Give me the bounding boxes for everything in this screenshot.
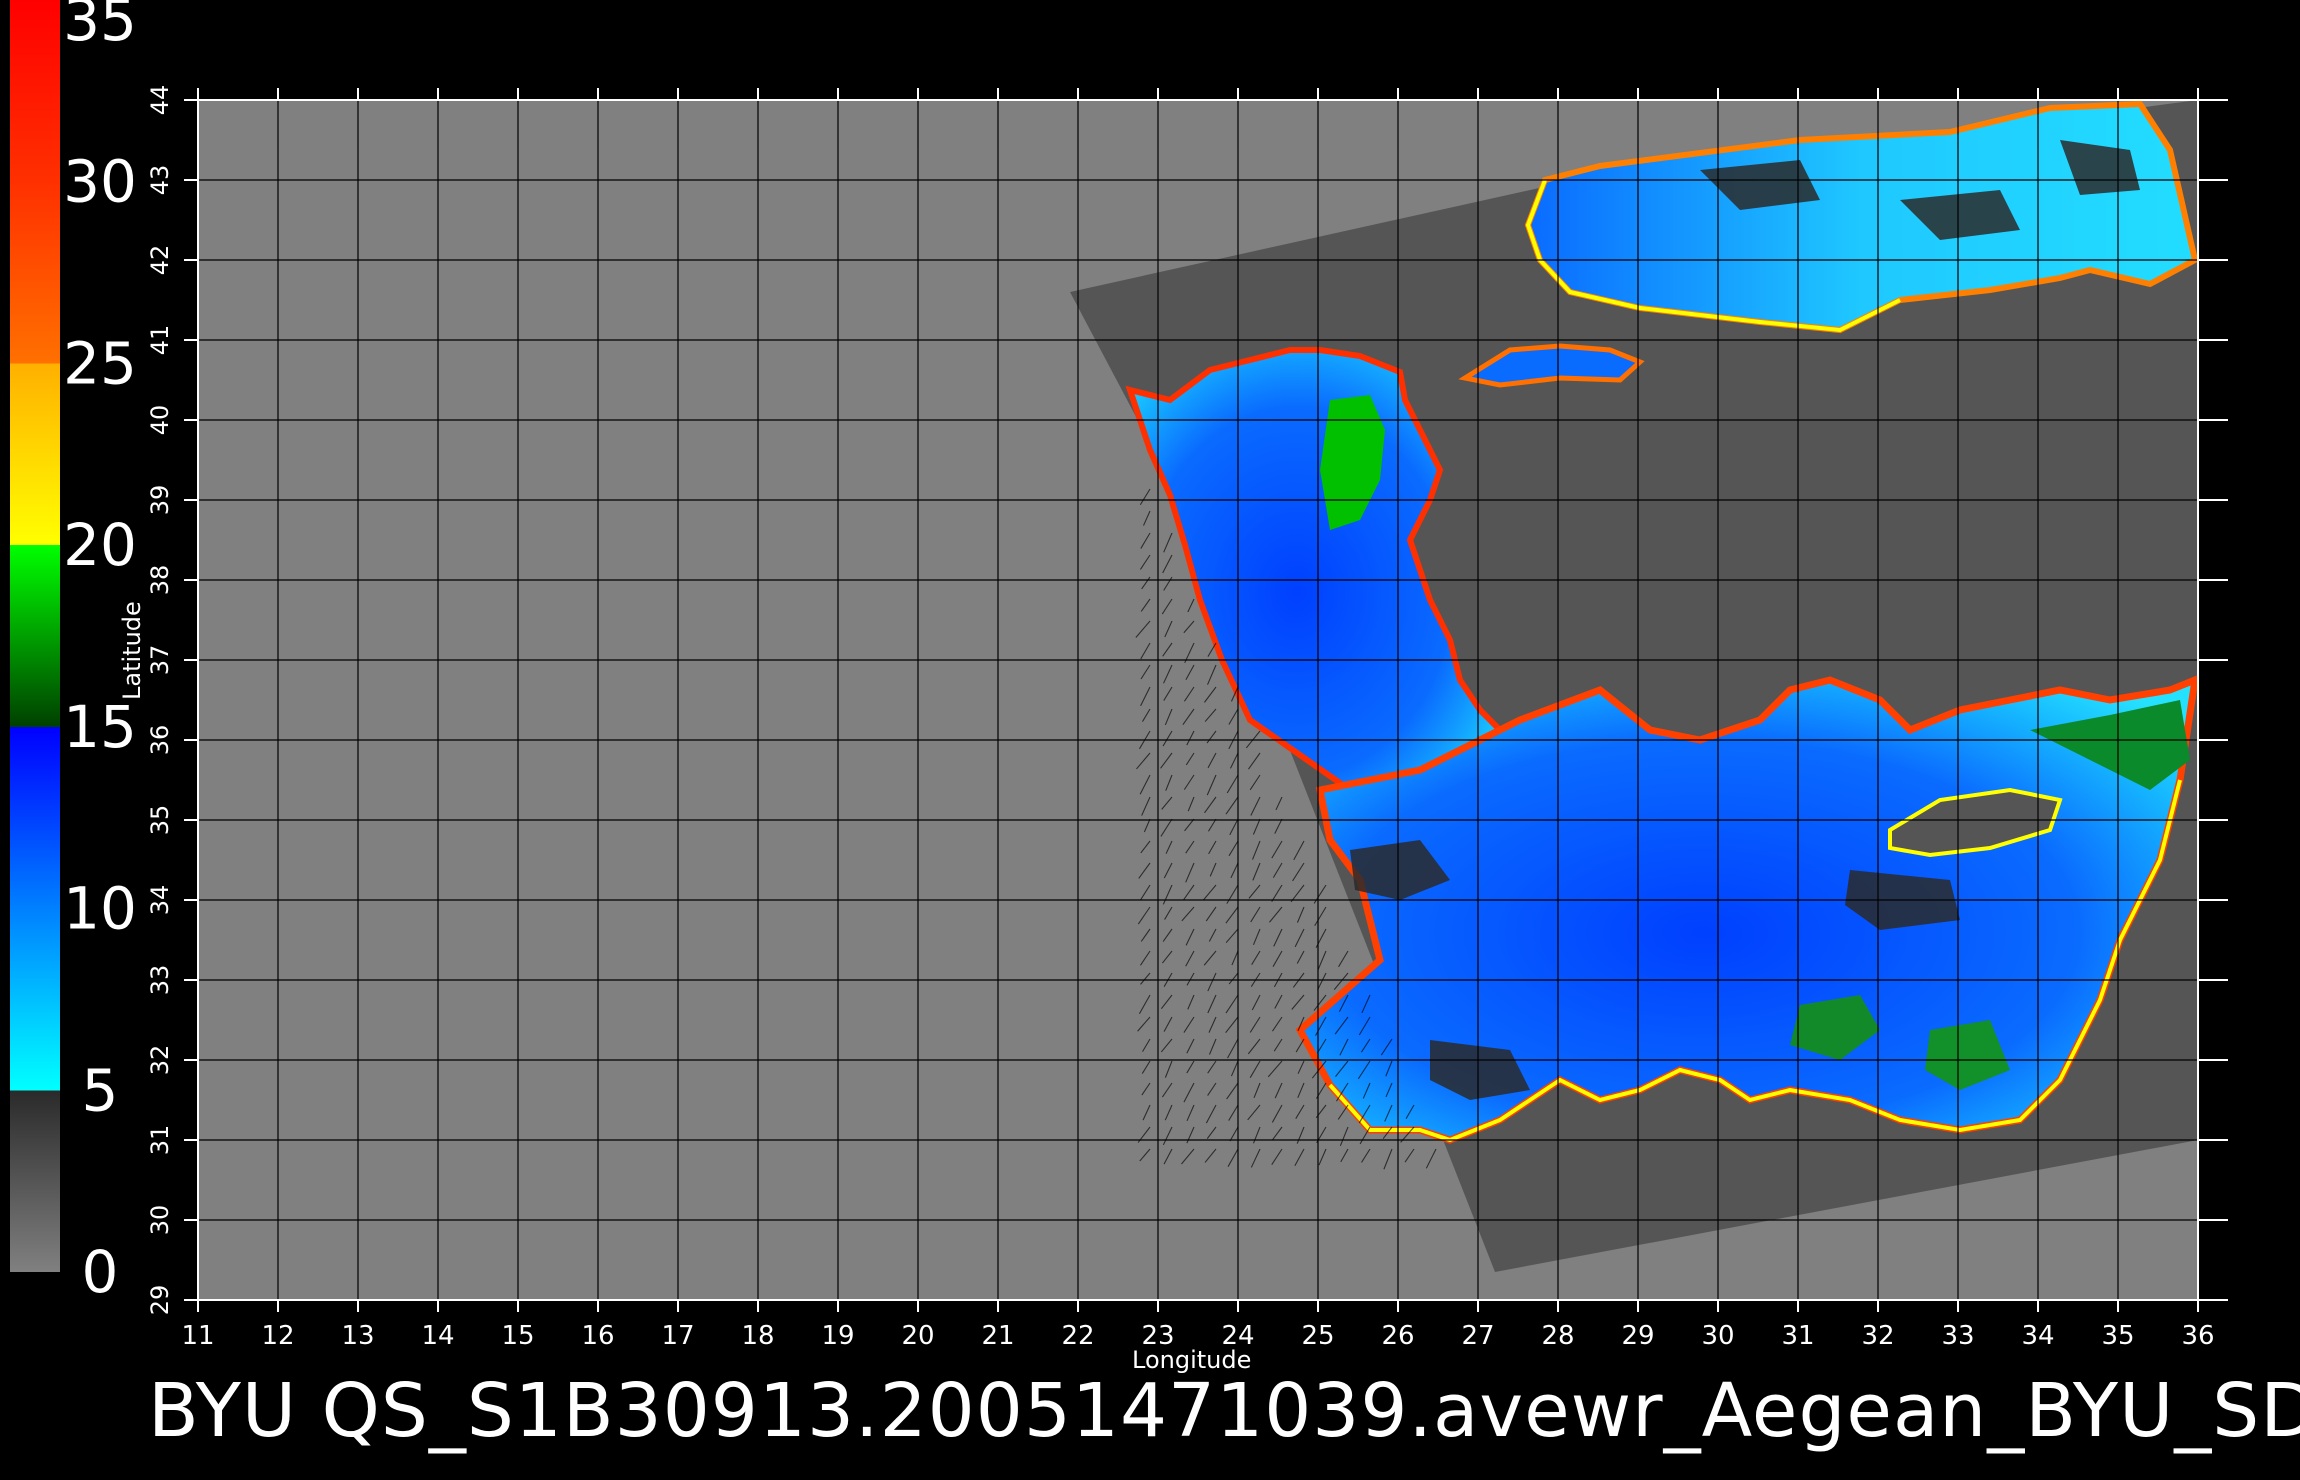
- lon-tick-label: 26: [1381, 1321, 1414, 1351]
- lon-tick-label: 33: [1941, 1321, 1974, 1351]
- lat-tick-label: 40: [146, 405, 174, 436]
- lon-tick-label: 12: [261, 1321, 294, 1351]
- lat-tick-label: 34: [146, 885, 174, 916]
- colorbar-label: 15: [63, 693, 137, 761]
- lon-tick-label: 21: [981, 1321, 1014, 1351]
- lon-tick-label: 14: [421, 1321, 454, 1351]
- image-caption: BYU QS_S1B30913.20051471039.avewr_Aegean…: [148, 1368, 2300, 1454]
- colorbar-ramp: [10, 0, 60, 1272]
- wind-map-figure: 0 5 10 15 20 25 30 35 11 12 13 14 15 16 17 18 1…: [10, 0, 2228, 1351]
- lon-tick-label: 22: [1061, 1321, 1094, 1351]
- colorbar-label: 35: [63, 0, 137, 54]
- lat-tick-label: 35: [146, 805, 174, 836]
- lat-tick-label: 42: [146, 245, 174, 276]
- lat-tick-label: 43: [146, 165, 174, 196]
- lon-tick-label: 13: [341, 1321, 374, 1351]
- lat-tick-label: 32: [146, 1045, 174, 1076]
- lon-tick-label: 28: [1541, 1321, 1574, 1351]
- lon-tick-label: 35: [2101, 1321, 2134, 1351]
- lon-tick-label: 30: [1701, 1321, 1734, 1351]
- lon-tick-label: 15: [501, 1321, 534, 1351]
- lat-tick-label: 31: [146, 1125, 174, 1156]
- lon-tick-label: 32: [1861, 1321, 1894, 1351]
- lon-tick-label: 18: [741, 1321, 774, 1351]
- lon-tick-label: 27: [1461, 1321, 1494, 1351]
- lat-tick-label: 37: [146, 645, 174, 676]
- lon-tick-label: 31: [1781, 1321, 1814, 1351]
- lon-tick-label: 29: [1621, 1321, 1654, 1351]
- lat-tick-label: 39: [146, 485, 174, 516]
- lon-tick-label: 16: [581, 1321, 614, 1351]
- lat-tick-label: 30: [146, 1205, 174, 1236]
- lon-tick-label: 34: [2021, 1321, 2054, 1351]
- colorbar-label: 25: [63, 329, 137, 397]
- y-axis-label: Latitude: [118, 601, 146, 700]
- lat-tick-label: 33: [146, 965, 174, 996]
- wind-speed-colorbar: [10, 0, 60, 1272]
- colorbar-label: 30: [63, 148, 137, 216]
- lon-tick-label: 19: [821, 1321, 854, 1351]
- colorbar-label: 10: [63, 875, 137, 943]
- lon-tick-label: 25: [1301, 1321, 1334, 1351]
- lat-tick-label: 41: [146, 325, 174, 356]
- lon-tick-label: 36: [2181, 1321, 2214, 1351]
- lat-tick-label: 29: [146, 1285, 174, 1316]
- colorbar-label: 0: [82, 1238, 119, 1306]
- lat-tick-label: 36: [146, 725, 174, 756]
- colorbar-label: 5: [82, 1056, 119, 1124]
- lon-tick-label: 17: [661, 1321, 694, 1351]
- colorbar-label: 20: [63, 511, 137, 579]
- lon-tick-label: 20: [901, 1321, 934, 1351]
- lon-tick-label: 11: [181, 1321, 214, 1351]
- lat-tick-label: 44: [146, 85, 174, 116]
- latitude-tick-labels: 29 30 31 32 33 34 35 36 37 38 39 40 41 42 43 44: [146, 85, 174, 1316]
- lat-tick-label: 38: [146, 565, 174, 596]
